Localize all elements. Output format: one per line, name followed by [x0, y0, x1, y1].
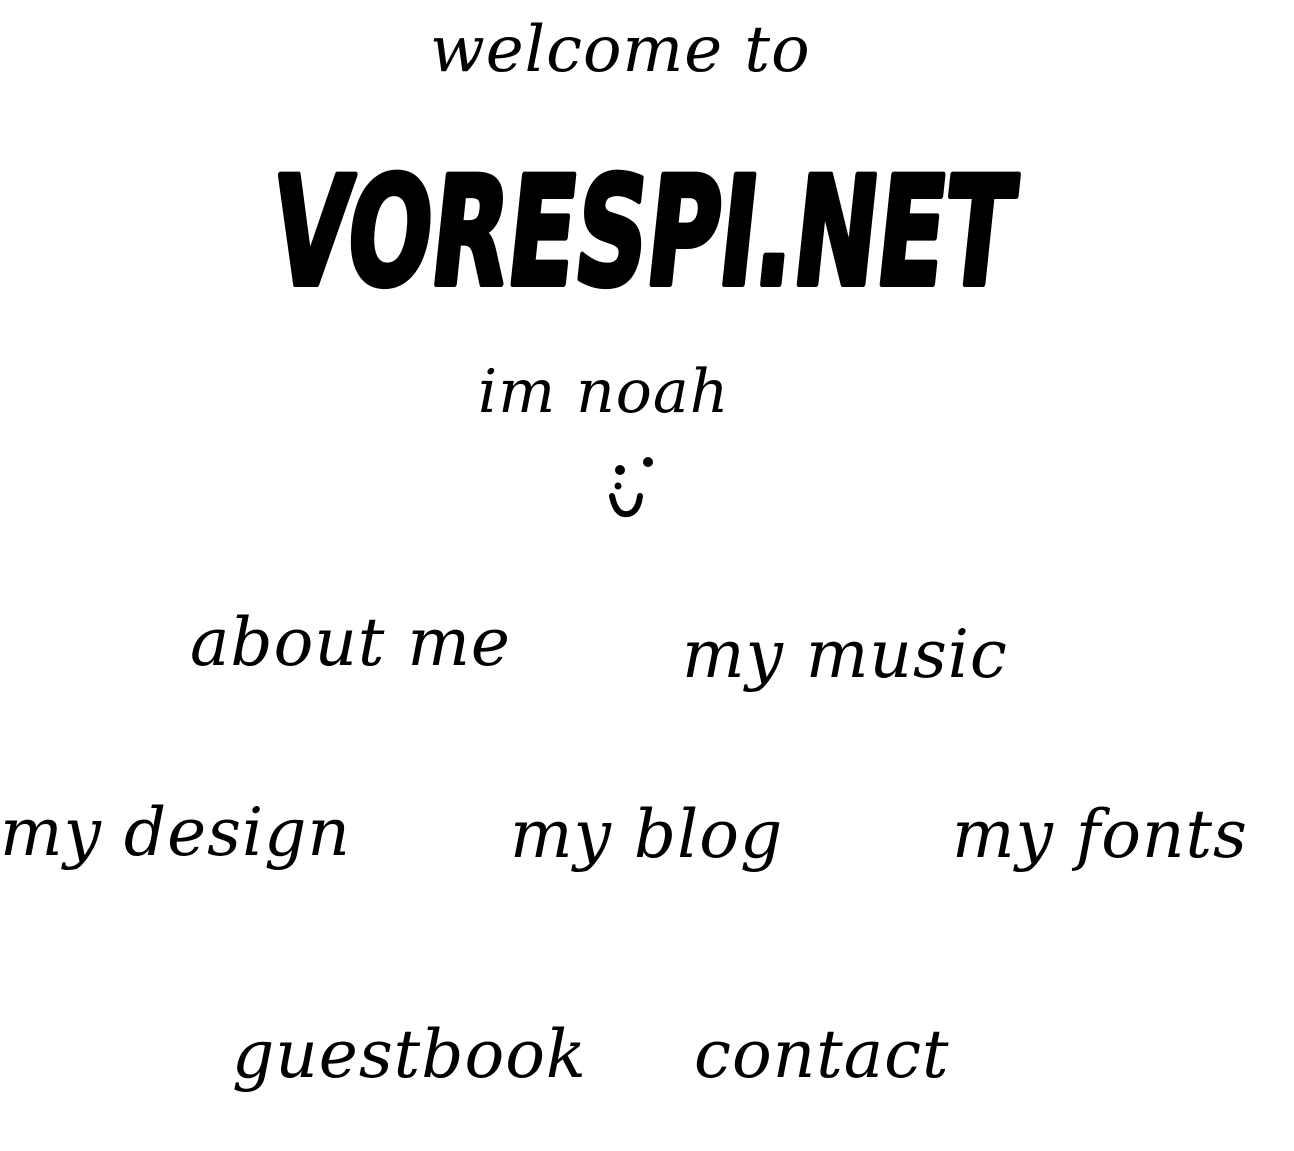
nav-link-guestbook[interactable]: guestbook — [232, 1010, 587, 1100]
intro-text: im noah — [478, 357, 730, 427]
nav-link-my-music[interactable]: my music — [682, 610, 1008, 700]
nav-link-my-fonts[interactable]: my fonts — [952, 790, 1248, 880]
welcome-greeting: welcome to — [430, 13, 811, 87]
site-logo-text: VORESPI.NET — [264, 145, 1022, 320]
nav-link-my-design[interactable]: my design — [0, 788, 351, 878]
site-logo: VORESPI.NET — [261, 142, 1025, 323]
nav-link-about-me[interactable]: about me — [190, 598, 511, 688]
nav-link-my-blog[interactable]: my blog — [510, 790, 783, 880]
smiley-face-icon — [609, 457, 653, 518]
nav-link-contact[interactable]: contact — [694, 1010, 950, 1100]
